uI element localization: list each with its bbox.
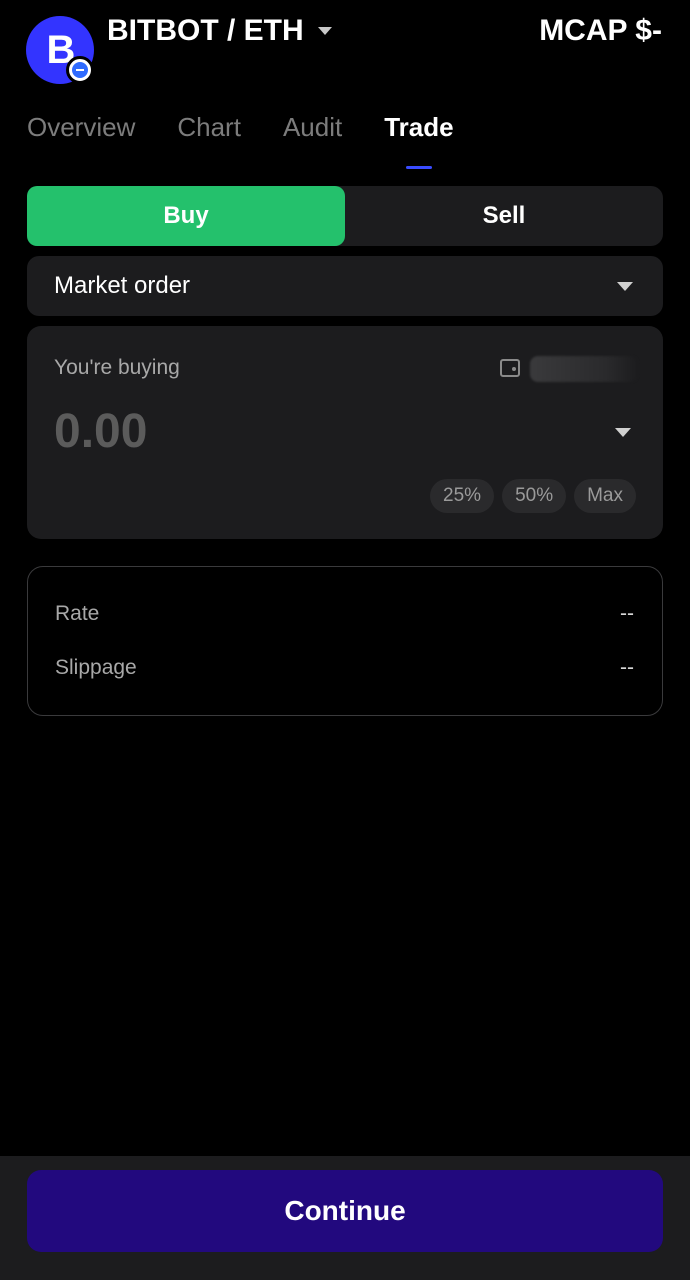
trade-screen: B BITBOT / ETH MCAP $- Overview Chart Au…: [0, 0, 690, 1280]
footer-bar: Continue: [0, 1156, 690, 1280]
tab-bar: Overview Chart Audit Trade: [27, 112, 454, 169]
chevron-down-icon[interactable]: [615, 428, 631, 437]
slippage-value: --: [620, 656, 634, 679]
continue-button[interactable]: Continue: [27, 1170, 663, 1252]
wallet-icon: [500, 359, 520, 377]
tab-label: Trade: [384, 112, 454, 142]
chevron-down-icon: [317, 27, 332, 35]
rate-value: --: [620, 602, 634, 625]
order-type-select[interactable]: Market order: [27, 256, 663, 316]
amount-input[interactable]: [54, 404, 594, 459]
slippage-label: Slippage: [55, 656, 137, 679]
active-tab-indicator: [405, 166, 432, 169]
tab-label: Audit: [282, 112, 343, 142]
tab-chart[interactable]: Chart: [177, 112, 241, 143]
pair-label: BITBOT / ETH: [107, 14, 304, 47]
tab-label: Overview: [27, 112, 136, 142]
market-cap: MCAP $-: [539, 14, 662, 47]
percent-50-button[interactable]: 50%: [502, 479, 567, 513]
rate-label: Rate: [55, 602, 100, 625]
trade-info-panel: Rate -- Slippage --: [27, 566, 663, 716]
max-button[interactable]: Max: [574, 479, 636, 513]
rate-row: Rate --: [55, 602, 634, 626]
percent-options: 25% 50% Max: [430, 479, 636, 513]
wallet-balance-hidden: [530, 356, 638, 382]
slippage-row: Slippage --: [55, 656, 634, 680]
pair-selector[interactable]: BITBOT / ETH: [107, 14, 332, 48]
buy-button[interactable]: Buy: [27, 186, 345, 246]
tab-overview[interactable]: Overview: [27, 112, 135, 143]
tab-label: Chart: [177, 112, 241, 142]
sell-button[interactable]: Sell: [345, 186, 663, 246]
tab-trade[interactable]: Trade: [384, 112, 454, 169]
chevron-down-icon: [617, 281, 633, 291]
order-type-label: Market order: [54, 272, 191, 299]
amount-card: You're buying 25% 50% Max: [27, 326, 663, 539]
header: B BITBOT / ETH MCAP $-: [0, 0, 690, 90]
chain-badge-icon: [66, 56, 94, 84]
amount-label: You're buying: [54, 356, 180, 379]
tab-audit[interactable]: Audit: [283, 112, 342, 143]
percent-25-button[interactable]: 25%: [430, 479, 495, 513]
buy-sell-toggle: Buy Sell: [27, 186, 663, 246]
